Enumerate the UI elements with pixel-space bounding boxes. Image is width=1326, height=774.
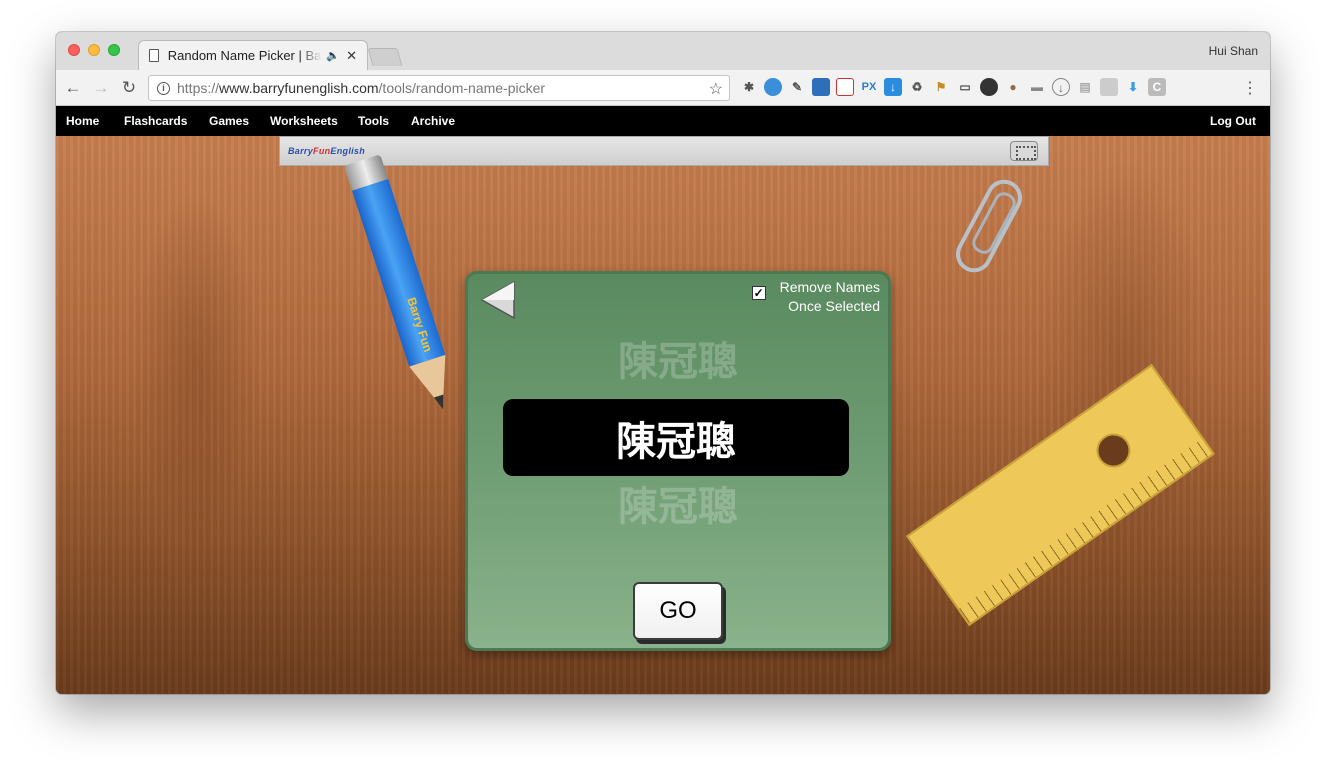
recycle-icon[interactable]: ♻ — [908, 78, 926, 96]
extension-icon[interactable]: ▭ — [956, 78, 974, 96]
next-name-ghost: 陳冠聰 — [618, 485, 738, 529]
browser-menu-icon[interactable]: ⋮ — [1242, 78, 1258, 98]
url-text[interactable]: https://www.barryfunenglish.com/tools/ra… — [177, 80, 545, 96]
extension-icon[interactable] — [812, 78, 830, 96]
info-icon[interactable]: i — [157, 81, 170, 95]
nav-games[interactable]: Games — [209, 114, 249, 128]
browser-toolbar: ← → ↻ i https://www.barryfunenglish.com/… — [56, 70, 1270, 106]
bookmark-star-icon[interactable]: ☆ — [709, 79, 723, 99]
tab-close-icon[interactable]: ✕ — [346, 48, 357, 64]
extension-icon[interactable]: ↓ — [1052, 78, 1070, 96]
game-banner: BarryFunEnglish — [279, 136, 1049, 166]
extension-icon[interactable] — [764, 78, 782, 96]
close-window-button[interactable] — [68, 44, 80, 56]
eyedropper-icon[interactable]: ✎ — [788, 78, 806, 96]
remove-names-label-line2: Once Selected — [788, 298, 880, 314]
paperclip-decoration — [949, 173, 1029, 279]
browser-tab-active[interactable]: Random Name Picker | Barry 🔈 ✕ — [138, 40, 368, 70]
back-arrow-icon[interactable] — [480, 280, 516, 320]
extension-icon[interactable]: ⬇ — [1124, 78, 1142, 96]
address-bar[interactable]: i https://www.barryfunenglish.com/tools/… — [148, 75, 730, 101]
game-area: BarryFunEnglish Barry Fun ✓ Remove Names — [56, 136, 1270, 694]
remove-names-checkbox[interactable]: ✓ — [751, 286, 766, 300]
pencil-decoration: Barry Fun — [344, 154, 464, 423]
name-picker-panel: ✓ Remove Names Once Selected 陳冠聰 陳冠聰 陳冠聰… — [465, 271, 891, 651]
go-button[interactable]: GO — [633, 582, 723, 640]
extension-icon[interactable] — [980, 78, 998, 96]
tab-title: Random Name Picker | Barry — [167, 48, 323, 63]
remove-names-option[interactable]: ✓ Remove Names Once Selected — [751, 278, 880, 316]
ruler-decoration — [906, 363, 1215, 627]
maximize-window-button[interactable] — [108, 44, 120, 56]
forward-arrow-icon[interactable]: → — [90, 77, 112, 99]
nav-flashcards[interactable]: Flashcards — [124, 114, 187, 128]
back-arrow-icon[interactable]: ← — [62, 77, 84, 99]
extension-icon[interactable]: PX — [860, 78, 878, 96]
speaker-icon[interactable]: 🔈 — [326, 49, 340, 62]
tab-strip: Random Name Picker | Barry 🔈 ✕ Hui Shan — [56, 32, 1270, 70]
logout-link[interactable]: Log Out — [1210, 114, 1256, 128]
remove-names-label-line1: Remove Names — [779, 279, 880, 295]
extension-icon[interactable]: ▤ — [1076, 78, 1094, 96]
nav-tools[interactable]: Tools — [358, 114, 389, 128]
extension-icon[interactable] — [836, 78, 854, 96]
fullscreen-icon[interactable] — [1010, 141, 1038, 161]
browser-window: Random Name Picker | Barry 🔈 ✕ Hui Shan … — [56, 32, 1270, 694]
reload-icon[interactable]: ↻ — [118, 77, 140, 99]
minimize-window-button[interactable] — [88, 44, 100, 56]
rss-icon[interactable] — [1100, 78, 1118, 96]
previous-name-ghost: 陳冠聰 — [618, 340, 738, 384]
new-tab-button[interactable] — [367, 48, 403, 66]
extension-icon[interactable]: ● — [1004, 78, 1022, 96]
extensions-bar: ✱ ✎ PX ↓ ♻ ⚑ ▭ ● ▬ ↓ ▤ ⬇ C — [740, 78, 1166, 96]
extension-icon[interactable]: ▬ — [1028, 78, 1046, 96]
pencil-brand: Barry Fun — [404, 295, 436, 354]
profile-name[interactable]: Hui Shan — [1209, 44, 1258, 58]
site-navigation: Home Flashcards Games Worksheets Tools A… — [56, 106, 1270, 136]
extension-icon[interactable]: ⚑ — [932, 78, 950, 96]
site-logo: BarryFunEnglish — [288, 146, 366, 156]
selected-name: 陳冠聰 — [616, 419, 736, 464]
extension-icon[interactable]: ✱ — [740, 78, 758, 96]
extension-icon[interactable]: C — [1148, 78, 1166, 96]
page-icon — [149, 49, 159, 62]
nav-worksheets[interactable]: Worksheets — [270, 114, 338, 128]
nav-archive[interactable]: Archive — [411, 114, 455, 128]
download-icon[interactable]: ↓ — [884, 78, 902, 96]
selected-name-box: 陳冠聰 — [503, 399, 849, 476]
nav-home[interactable]: Home — [66, 114, 99, 128]
